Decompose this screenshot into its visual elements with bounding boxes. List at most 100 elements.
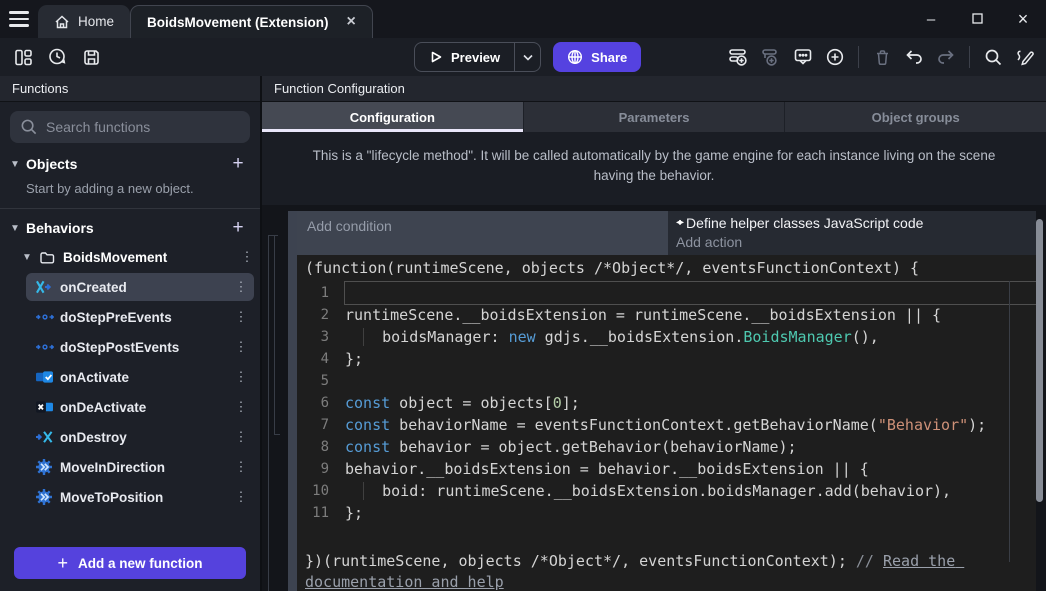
collapse-arrow-icon[interactable]: ▼ bbox=[10, 159, 26, 170]
tab-project-label: BoidsMovement (Extension) bbox=[147, 15, 329, 30]
maximize-button[interactable] bbox=[954, 11, 1000, 28]
code-text[interactable]: runtimeScene.__boidsExtension = runtimeS… bbox=[345, 304, 1036, 326]
search-functions-input[interactable] bbox=[10, 111, 250, 143]
sidebar-item-oncreated[interactable]: onCreated⋮ bbox=[26, 273, 254, 301]
code-line[interactable]: 9behavior.__boidsExtension = behavior.__… bbox=[297, 458, 1036, 480]
line-number: 4 bbox=[297, 348, 345, 370]
item-menu-button[interactable]: ⋮ bbox=[228, 489, 254, 505]
tab-bar: Home BoidsMovement (Extension) × – × bbox=[0, 0, 1046, 38]
sidebar-item-movetoposition[interactable]: MoveToPosition⋮ bbox=[26, 483, 254, 511]
share-button[interactable]: Share bbox=[553, 42, 641, 72]
tab-parameters[interactable]: Parameters bbox=[524, 102, 786, 132]
code-text[interactable]: boid: runtimeScene.__boidsExtension.boid… bbox=[345, 480, 1036, 502]
tab-configuration[interactable]: Configuration bbox=[262, 102, 524, 132]
add-new-function-button[interactable]: + Add a new function bbox=[14, 547, 246, 579]
sidebar-item-onactivate[interactable]: onActivate⋮ bbox=[26, 363, 254, 391]
divider bbox=[0, 208, 260, 209]
item-menu-button[interactable]: ⋮ bbox=[228, 399, 254, 415]
tab-close-icon[interactable]: × bbox=[347, 14, 356, 30]
line-number: 3 bbox=[297, 326, 345, 348]
tab-project[interactable]: BoidsMovement (Extension) × bbox=[130, 5, 373, 38]
add-subevent-icon[interactable] bbox=[756, 42, 786, 72]
undo-icon[interactable] bbox=[899, 42, 929, 72]
sidebar-item-dosteppreevents[interactable]: doStepPreEvents⋮ bbox=[26, 303, 254, 331]
panels-layout-icon[interactable] bbox=[8, 42, 38, 72]
code-lines: 12runtimeScene.__boidsExtension = runtim… bbox=[297, 282, 1036, 524]
behaviors-section-header[interactable]: ▼ Behaviors + bbox=[0, 213, 260, 243]
code-line[interactable]: 8const behavior = object.getBehavior(beh… bbox=[297, 436, 1036, 458]
add-action-button[interactable]: Add action bbox=[676, 234, 1028, 250]
line-number: 11 bbox=[297, 502, 345, 524]
item-menu-button[interactable]: ⋮ bbox=[228, 459, 254, 475]
code-header-line: (function(runtimeScene, objects /*Object… bbox=[297, 255, 1036, 282]
item-menu-button[interactable]: ⋮ bbox=[228, 369, 254, 385]
add-circle-icon[interactable] bbox=[820, 42, 850, 72]
collapse-arrow-icon[interactable]: ▼ bbox=[22, 252, 34, 263]
collapse-arrow-icon[interactable]: ▼ bbox=[10, 223, 26, 234]
sidebar-item-label: onDestroy bbox=[60, 430, 228, 445]
search-icon[interactable] bbox=[978, 42, 1008, 72]
code-text[interactable] bbox=[345, 370, 1036, 392]
code-line[interactable]: 6const object = objects[0]; bbox=[297, 392, 1036, 414]
sidebar-item-dosteppostevents[interactable]: doStepPostEvents⋮ bbox=[26, 333, 254, 361]
code-text[interactable]: const behaviorName = eventsFunctionConte… bbox=[345, 414, 1036, 436]
folder-menu-button[interactable]: ⋮ bbox=[234, 249, 260, 265]
add-condition-button[interactable]: Add condition bbox=[297, 211, 668, 255]
item-menu-button[interactable]: ⋮ bbox=[228, 309, 254, 325]
behavior-folder-boidsmovement[interactable]: ▼ BoidsMovement ⋮ bbox=[0, 243, 260, 271]
add-event-icon[interactable] bbox=[724, 42, 754, 72]
event-selection-strip[interactable] bbox=[288, 211, 297, 591]
save-icon[interactable] bbox=[76, 42, 106, 72]
add-behavior-button[interactable]: + bbox=[226, 217, 250, 239]
destroy-icon bbox=[36, 430, 60, 444]
add-comment-icon[interactable] bbox=[788, 42, 818, 72]
add-object-button[interactable]: + bbox=[226, 153, 250, 175]
code-text[interactable]: }; bbox=[345, 502, 1036, 524]
js-code-editor[interactable]: (function(runtimeScene, objects /*Object… bbox=[297, 255, 1036, 591]
item-menu-button[interactable]: ⋮ bbox=[228, 279, 254, 295]
objects-section-header[interactable]: ▼ Objects + bbox=[0, 149, 260, 179]
plus-icon: + bbox=[57, 553, 68, 574]
code-line[interactable]: 4}; bbox=[297, 348, 1036, 370]
tab-home[interactable]: Home bbox=[38, 5, 130, 38]
code-text[interactable]: }; bbox=[345, 348, 1036, 370]
sidebar-item-ondeactivate[interactable]: onDeActivate⋮ bbox=[26, 393, 254, 421]
code-text[interactable] bbox=[345, 282, 1036, 304]
js-event-title[interactable]: ◂▸ Define helper classes JavaScript code bbox=[676, 215, 1028, 231]
code-footer-text: })(runtimeScene, objects /*Object*/, eve… bbox=[305, 552, 856, 570]
item-menu-button[interactable]: ⋮ bbox=[228, 339, 254, 355]
minimize-button[interactable]: – bbox=[908, 11, 954, 28]
code-line[interactable]: 5 bbox=[297, 370, 1036, 392]
step-icon bbox=[36, 312, 60, 322]
close-button[interactable]: × bbox=[1000, 9, 1046, 30]
chevron-down-icon bbox=[523, 54, 533, 61]
preview-dropdown-button[interactable] bbox=[514, 42, 540, 72]
preview-button[interactable]: Preview bbox=[415, 50, 514, 65]
code-line[interactable]: 2runtimeScene.__boidsExtension = runtime… bbox=[297, 304, 1036, 326]
preview-label: Preview bbox=[451, 50, 500, 65]
code-text[interactable]: const behavior = object.getBehavior(beha… bbox=[345, 436, 1036, 458]
item-menu-button[interactable]: ⋮ bbox=[228, 429, 254, 445]
code-line[interactable]: 1 bbox=[297, 282, 1036, 304]
sidebar-item-moveindirection[interactable]: MoveInDirection⋮ bbox=[26, 453, 254, 481]
code-text[interactable]: boidsManager: new gdjs.__boidsExtension.… bbox=[345, 326, 1036, 348]
config-tabs: Configuration Parameters Object groups bbox=[262, 102, 1046, 132]
redo-icon[interactable] bbox=[931, 42, 961, 72]
delete-icon[interactable] bbox=[867, 42, 897, 72]
history-icon[interactable] bbox=[42, 42, 72, 72]
edit-pen-icon[interactable] bbox=[1010, 42, 1040, 72]
created-icon bbox=[36, 280, 60, 294]
sidebar-item-label: onActivate bbox=[60, 370, 228, 385]
code-line[interactable]: 7const behaviorName = eventsFunctionCont… bbox=[297, 414, 1036, 436]
hamburger-menu-icon[interactable] bbox=[0, 0, 38, 38]
code-line[interactable]: 10 boid: runtimeScene.__boidsExtension.b… bbox=[297, 480, 1036, 502]
code-text[interactable]: behavior.__boidsExtension = behavior.__b… bbox=[345, 458, 1036, 480]
events-scrollbar[interactable] bbox=[1036, 219, 1043, 502]
js-code-event[interactable]: Add condition ◂▸ Define helper classes J… bbox=[288, 211, 1036, 591]
toolbar-divider bbox=[969, 46, 970, 68]
tab-object-groups[interactable]: Object groups bbox=[785, 102, 1046, 132]
code-line[interactable]: 11}; bbox=[297, 502, 1036, 524]
code-text[interactable]: const object = objects[0]; bbox=[345, 392, 1036, 414]
code-line[interactable]: 3 boidsManager: new gdjs.__boidsExtensio… bbox=[297, 326, 1036, 348]
sidebar-item-ondestroy[interactable]: onDestroy⋮ bbox=[26, 423, 254, 451]
